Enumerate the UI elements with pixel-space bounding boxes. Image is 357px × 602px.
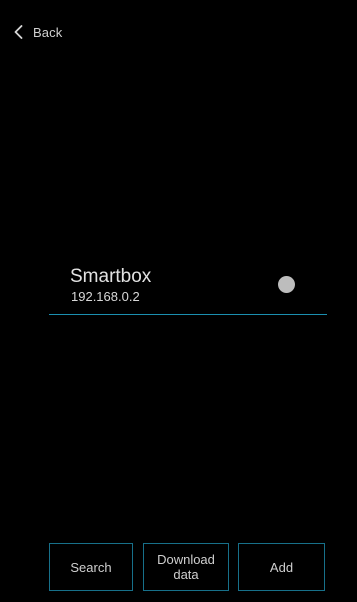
- back-button[interactable]: Back: [14, 22, 62, 42]
- device-name: Smartbox: [70, 266, 152, 287]
- action-bar: Search Download data Add: [49, 543, 325, 593]
- device-list-item[interactable]: Smartbox 192.168.0.2: [49, 266, 327, 315]
- search-button[interactable]: Search: [49, 543, 133, 591]
- download-data-button[interactable]: Download data: [143, 543, 229, 591]
- add-button[interactable]: Add: [238, 543, 325, 591]
- device-ip-address: 192.168.0.2: [71, 289, 140, 304]
- status-indicator-icon: [278, 276, 295, 293]
- back-label: Back: [33, 24, 63, 40]
- chevron-left-icon: [14, 25, 23, 39]
